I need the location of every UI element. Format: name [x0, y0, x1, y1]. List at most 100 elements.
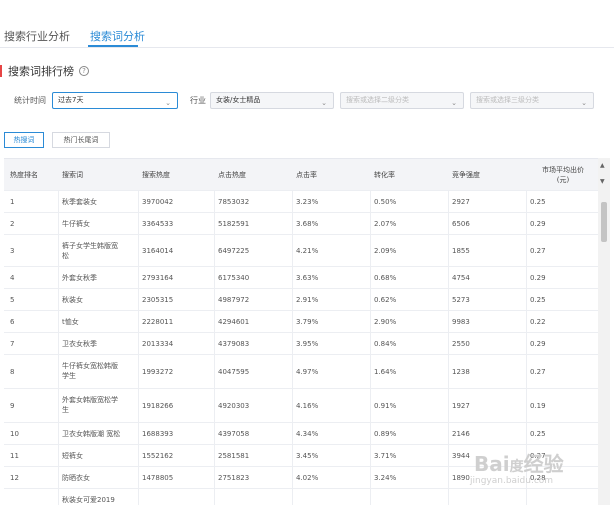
longtail-words-toggle[interactable]: 热门长尾词	[52, 132, 110, 148]
tab-keyword-analysis[interactable]: 搜索词分析	[90, 28, 145, 44]
cell-cvr: 1.64%	[374, 368, 397, 376]
table-row[interactable]: 4 外套女秋季 2793164 6175340 3.63% 0.68% 4754 0.29	[4, 267, 598, 289]
scroll-up-icon[interactable]: ▲	[600, 162, 605, 169]
cell-cvr: 0.62%	[374, 296, 397, 304]
tab-bar: 搜索行业分析 搜索词分析	[0, 0, 614, 48]
cell-search-heat: 3164014	[142, 247, 174, 255]
column-header-avg-price[interactable]: 市场平均出价 (元)	[530, 165, 596, 185]
cell-competition: 2927	[452, 198, 470, 206]
column-header-rank[interactable]: 热度排名	[10, 170, 58, 180]
industry-select[interactable]: 女装/女士精品 ⌄	[210, 92, 334, 109]
cell-avg-price: 0.29	[530, 340, 546, 348]
cell-cvr: 2.90%	[374, 318, 397, 326]
cell-ctr: 4.34%	[296, 430, 319, 438]
cell-avg-price: 0.22	[530, 318, 546, 326]
cell-cvr: 2.09%	[374, 247, 397, 255]
cell-term: 秋装女可爱2019	[62, 496, 115, 504]
cell-search-heat: 1478805	[142, 474, 174, 482]
cell-ctr: 2.91%	[296, 296, 319, 304]
cell-avg-price: 0.25	[530, 430, 546, 438]
table-header-row: 热度排名 搜索词 搜索热度 点击热度 点击率 转化率 竞争强度 市场平均出价 (元)	[4, 159, 598, 191]
third-category-placeholder: 搜索或选择三级分类	[476, 96, 539, 104]
cell-competition: 2550	[452, 340, 470, 348]
column-header-search-heat[interactable]: 搜索热度	[142, 170, 214, 180]
cell-cvr: 3.71%	[374, 452, 397, 460]
cell-click-heat: 4379083	[218, 340, 250, 348]
third-category-select[interactable]: 搜索或选择三级分类 ⌄	[470, 92, 594, 109]
help-icon[interactable]: ?	[79, 66, 89, 76]
cell-avg-price: 0.27	[530, 368, 546, 376]
table-row[interactable]: 10 卫衣女韩版潮 宽松 1688393 4397058 4.34% 0.89% 2146 0…	[4, 423, 598, 445]
cell-cvr: 0.50%	[374, 198, 397, 206]
filter-bar: 统计时间 过去7天 ⌄ 行业 女装/女士精品 ⌄ 搜索或选择二级分类 ⌄ 搜索或…	[0, 88, 614, 112]
table-scrollbar[interactable]: ▲ ▼	[598, 158, 610, 505]
cell-avg-price: 0.25	[530, 198, 546, 206]
cell-click-heat: 2751823	[218, 474, 250, 482]
cell-rank: 12	[10, 474, 19, 482]
cell-rank: 1	[10, 198, 15, 206]
cell-search-heat: 3970042	[142, 198, 174, 206]
table-row[interactable]: 5 秋装女 2305315 4987972 2.91% 0.62% 5273 0.25	[4, 289, 598, 311]
cell-rank: 6	[10, 318, 15, 326]
cell-click-heat: 6497225	[218, 247, 250, 255]
section-header: 搜索词排行榜 ?	[0, 64, 89, 78]
column-header-ctr[interactable]: 点击率	[296, 170, 368, 180]
table-row[interactable]: 7 卫衣女秋季 2013334 4379083 3.95% 0.84% 2550 0.29	[4, 333, 598, 355]
cell-term: 秋装女	[62, 296, 83, 304]
cell-competition: 5273	[452, 296, 470, 304]
column-header-competition[interactable]: 竞争强度	[452, 170, 524, 180]
cell-rank: 8	[10, 368, 15, 376]
cell-competition: 6506	[452, 220, 470, 228]
cell-cvr: 0.84%	[374, 340, 397, 348]
second-category-select[interactable]: 搜索或选择二级分类 ⌄	[340, 92, 464, 109]
chevron-down-icon: ⌄	[451, 99, 457, 107]
cell-ctr: 3.63%	[296, 274, 319, 282]
cell-click-heat: 2581581	[218, 452, 250, 460]
cell-ctr: 3.68%	[296, 220, 319, 228]
table-row[interactable]: 9 外套女韩版宽松学生 1918266 4920303 4.16% 0.91% 1927 0.…	[4, 389, 598, 423]
cell-search-heat: 2013334	[142, 340, 174, 348]
cell-term: t恤女	[62, 318, 79, 326]
table-row[interactable]: 8 牛仔裤女宽松韩版学生 1993272 4047595 4.97% 1.64% 1238 0…	[4, 355, 598, 389]
cell-search-heat: 2228011	[142, 318, 174, 326]
section-title: 搜索词排行榜	[8, 65, 74, 78]
cell-competition: 4754	[452, 274, 470, 282]
chevron-down-icon: ⌄	[165, 99, 171, 107]
scroll-down-icon[interactable]: ▼	[600, 178, 605, 185]
tab-industry-analysis[interactable]: 搜索行业分析	[4, 28, 70, 44]
cell-search-heat: 1918266	[142, 402, 174, 410]
industry-select-value: 女装/女士精品	[216, 96, 261, 104]
table-row[interactable]: 秋装女可爱2019	[4, 489, 598, 505]
cell-avg-price: 0.29	[530, 274, 546, 282]
table-row[interactable]: 1 秋季套装女 3970042 7853032 3.23% 0.50% 2927 0.25	[4, 191, 598, 213]
time-filter-label: 统计时间	[14, 96, 46, 105]
cell-rank: 10	[10, 430, 19, 438]
cell-avg-price: 0.29	[530, 220, 546, 228]
column-header-term[interactable]: 搜索词	[62, 170, 134, 180]
cell-cvr: 2.07%	[374, 220, 397, 228]
time-select[interactable]: 过去7天 ⌄	[52, 92, 178, 109]
cell-ctr: 4.21%	[296, 247, 319, 255]
cell-click-heat: 4397058	[218, 430, 250, 438]
table-row[interactable]: 2 牛仔裤女 3364533 5182591 3.68% 2.07% 6506 0.29	[4, 213, 598, 235]
cell-term: 卫衣女秋季	[62, 340, 97, 348]
cell-avg-price: 0.27	[530, 247, 546, 255]
column-header-cvr[interactable]: 转化率	[374, 170, 446, 180]
hot-words-toggle[interactable]: 热搜词	[4, 132, 44, 148]
cell-rank: 11	[10, 452, 19, 460]
cell-rank: 3	[10, 247, 15, 255]
table-row[interactable]: 3 裤子女学生韩版宽松 3164014 6497225 4.21% 2.09% 1855 0.…	[4, 235, 598, 267]
watermark-url: jingyan.baidu.com	[470, 476, 554, 486]
cell-term: 外套女韩版宽松学生	[62, 396, 118, 414]
cell-ctr: 3.45%	[296, 452, 319, 460]
cell-competition: 1855	[452, 247, 470, 255]
chevron-down-icon: ⌄	[581, 99, 587, 107]
cell-search-heat: 1993272	[142, 368, 174, 376]
table-row[interactable]: 6 t恤女 2228011 4294601 3.79% 2.90% 9983 0.22	[4, 311, 598, 333]
column-header-click-heat[interactable]: 点击热度	[218, 170, 290, 180]
cell-search-heat: 2305315	[142, 296, 174, 304]
cell-search-heat: 2793164	[142, 274, 174, 282]
cell-click-heat: 6175340	[218, 274, 250, 282]
cell-click-heat: 4294601	[218, 318, 250, 326]
scrollbar-thumb[interactable]	[601, 202, 607, 242]
